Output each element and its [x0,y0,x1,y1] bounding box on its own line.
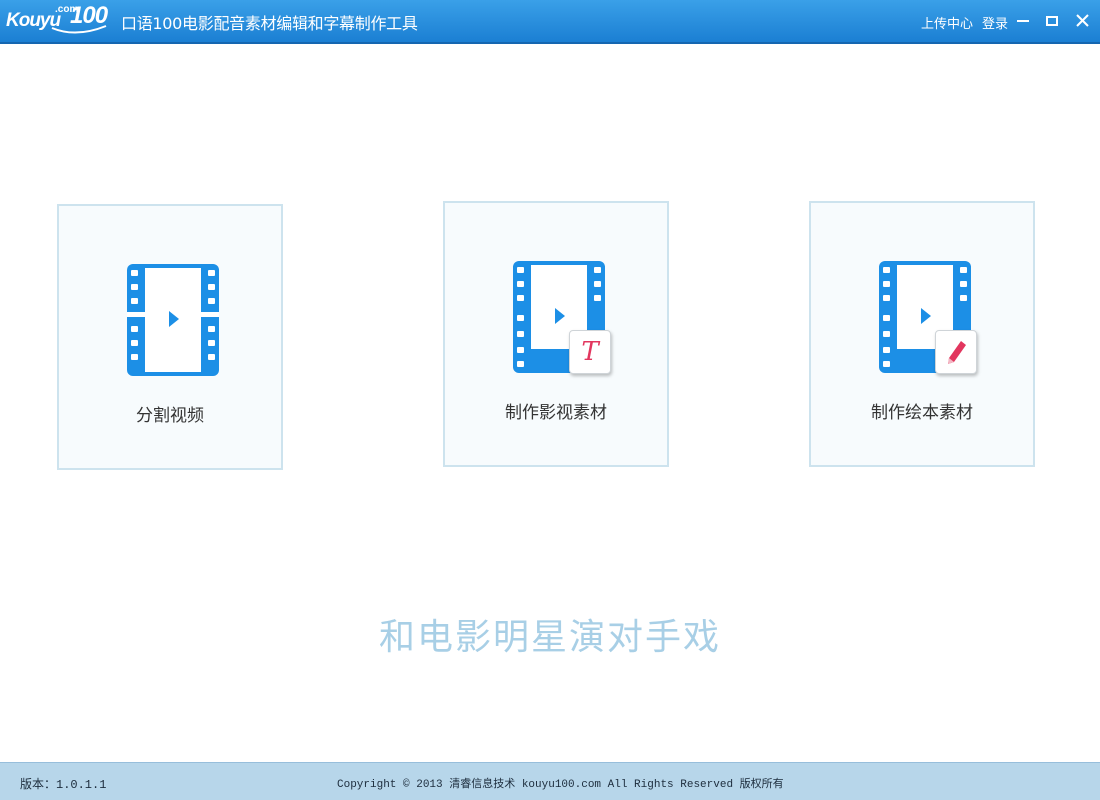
status-footer: 版本：1.0.1.1 Copyright © 2013 清睿信息技术 kouyu… [0,762,1100,800]
split-video-card[interactable]: 分割视频 [57,204,283,470]
make-picture-book-label: 制作绘本素材 [871,403,973,423]
pencil-icon [948,341,966,364]
maximize-icon [1046,16,1058,26]
text-badge-letter: T [581,337,599,367]
text-badge-icon: T [569,330,611,374]
slogan-text: 和电影明星演对手戏 [378,617,721,658]
make-picture-book-card[interactable]: 制作绘本素材 [809,201,1035,467]
close-icon [1076,14,1089,27]
minimize-icon [1017,20,1029,22]
minimize-button[interactable] [1012,10,1034,32]
maximize-button[interactable] [1041,10,1063,32]
pencil-badge [935,330,977,374]
login-link[interactable]: 登录 [982,13,1008,32]
split-video-label: 分割视频 [136,406,204,426]
upload-center-link[interactable]: 上传中心 [921,13,973,32]
copyright-text: Copyright © 2013 清睿信息技术 kouyu100.com All… [337,779,784,791]
app-title: 口语100电影配音素材编辑和字幕制作工具 [121,14,418,33]
title-bar: .com Kouyu 100 口语100电影配音素材编辑和字幕制作工具 上传中心… [0,0,1100,44]
close-button[interactable] [1072,10,1094,32]
logo-swoosh-icon [51,25,107,34]
make-film-material-label: 制作影视素材 [505,403,607,423]
film-play-icon [127,264,219,376]
version-text: 版本：1.0.1.1 [20,778,107,792]
kouyu100-logo: .com Kouyu 100 [6,2,110,38]
make-film-material-card[interactable]: T 制作影视素材 [443,201,669,467]
